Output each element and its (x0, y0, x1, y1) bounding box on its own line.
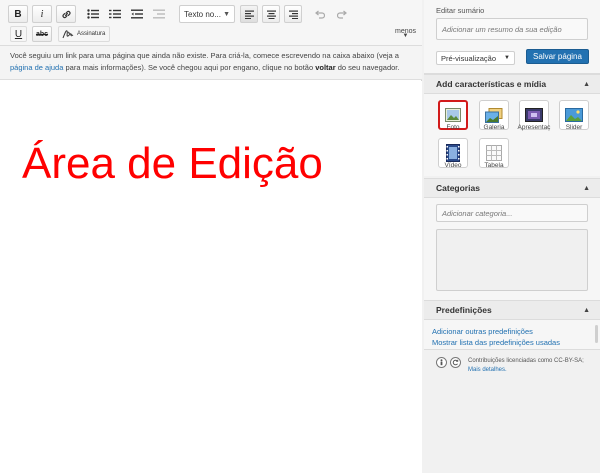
save-page-label: Salvar página (533, 52, 582, 61)
presets-scrollbar[interactable] (595, 325, 598, 343)
outdent-icon (131, 9, 143, 19)
summary-panel: Editar sumário Adicionar um resumo da su… (424, 0, 600, 74)
bold-label: B (14, 8, 22, 20)
underline-button[interactable]: U (10, 26, 27, 42)
save-page-button[interactable]: Salvar página (526, 49, 589, 64)
cc-attribution-icon (436, 357, 447, 368)
notice-text-before: Você seguiu um link para uma página que … (10, 51, 399, 60)
video-icon (446, 144, 460, 162)
align-right-button[interactable] (284, 5, 302, 23)
undo-button[interactable] (312, 5, 328, 23)
italic-label: i (40, 8, 44, 20)
back-word: voltar (315, 63, 336, 72)
preview-label: Pré-visualização (441, 53, 497, 63)
missing-page-notice: Você seguiu um link para uma página que … (0, 46, 422, 80)
align-right-icon (288, 10, 298, 19)
link-button[interactable] (56, 5, 76, 23)
editor-toolbar: B i Texto no... ▼ U abc Assinatura menos… (0, 0, 422, 46)
presets-section-header[interactable]: Predefinições ▲ (424, 300, 600, 320)
link-icon (61, 10, 71, 18)
category-list-box (436, 229, 588, 291)
gallery-icon (485, 107, 503, 123)
media-panel: Foto Galeria Apresentaç Slider Vídeo Tab… (424, 94, 600, 176)
editing-area-overlay-label: Área de Edição (22, 139, 323, 188)
chevron-down-icon: ▼ (223, 10, 230, 18)
media-video-label: Vídeo (444, 162, 462, 169)
summary-input[interactable]: Adicionar um resumo da sua edição (436, 18, 588, 40)
redo-button[interactable] (334, 5, 350, 23)
format-select-value: Texto no... (184, 9, 221, 19)
media-section-title: Add características e mídia (436, 79, 547, 89)
bullet-list-icon (87, 9, 99, 19)
categories-section-title: Categorias (436, 183, 480, 193)
align-left-icon (244, 10, 254, 19)
summary-label: Editar sumário (436, 6, 485, 15)
strikethrough-label: abc (35, 30, 49, 38)
indent-icon (153, 9, 165, 19)
category-input[interactable]: Adicionar categoria... (436, 204, 588, 222)
media-section-header[interactable]: Add características e mídia ▲ (424, 74, 600, 94)
bullet-list-button[interactable] (84, 5, 102, 23)
license-more-link[interactable]: Mais detalhes. (468, 367, 507, 373)
collapse-arrow-icon[interactable]: ▲ (583, 185, 590, 192)
undo-icon (315, 10, 325, 19)
app-root: B i Texto no... ▼ U abc Assinatura menos… (0, 0, 600, 473)
align-center-icon (266, 10, 276, 19)
media-photo-label: Foto (446, 124, 460, 131)
signature-button[interactable]: Assinatura (58, 26, 110, 42)
numbered-list-button[interactable] (106, 5, 124, 23)
slider-icon (565, 108, 583, 122)
signature-label: Assinatura (77, 31, 106, 37)
indent-button[interactable] (150, 5, 168, 23)
show-presets-link[interactable]: Mostrar lista das predefinições usadas (432, 338, 560, 347)
strikethrough-button[interactable]: abc (32, 26, 52, 42)
presets-section-title: Predefinições (436, 305, 492, 315)
cc-sharealike-icon (450, 357, 461, 368)
add-presets-link[interactable]: Adicionar outras predefinições (432, 327, 533, 336)
categories-section-header[interactable]: Categorias ▲ (424, 178, 600, 198)
sidebar: Editar sumário Adicionar um resumo da su… (424, 0, 600, 473)
license-text: Contribuições licenciadas como CC-BY-SA;… (468, 357, 588, 375)
slideshow-icon (525, 108, 543, 122)
collapse-arrow-icon[interactable]: ▲ (583, 307, 590, 314)
underline-label: U (14, 28, 23, 40)
signature-icon (62, 30, 74, 39)
numbered-list-icon (109, 9, 121, 19)
media-table-label: Tabela (484, 162, 504, 169)
media-gallery-label: Galeria (483, 124, 505, 131)
italic-button[interactable]: i (32, 5, 52, 23)
notice-text-after: do seu navegador. (335, 63, 400, 72)
license-notice: Contribuições licenciadas como CC-BY-SA;… (436, 357, 596, 375)
align-left-button[interactable] (240, 5, 258, 23)
collapse-arrow-icon[interactable]: ▲ (583, 81, 590, 88)
preview-button[interactable]: Pré-visualização ▼ (436, 51, 515, 65)
chevron-down-icon: ▼ (504, 55, 510, 61)
align-center-button[interactable] (262, 5, 280, 23)
media-slider-label: Slider (565, 124, 583, 131)
license-text-main: Contribuições licenciadas como CC-BY-SA; (468, 358, 584, 364)
bold-button[interactable]: B (8, 5, 28, 23)
table-icon (486, 145, 502, 161)
notice-text-middle: para mais informações). Se você chegou a… (63, 63, 316, 72)
editor-pane: B i Texto no... ▼ U abc Assinatura menos… (0, 0, 422, 473)
format-select[interactable]: Texto no... ▼ (179, 5, 235, 23)
presets-panel: Adicionar outras predefinições Mostrar l… (424, 320, 600, 350)
help-page-link[interactable]: página de ajuda (10, 63, 63, 72)
less-toggle[interactable]: menos ▼ (395, 28, 416, 39)
media-slideshow-label: Apresentaç (517, 124, 551, 131)
redo-icon (337, 10, 347, 19)
outdent-button[interactable] (128, 5, 146, 23)
photo-icon (445, 108, 461, 122)
